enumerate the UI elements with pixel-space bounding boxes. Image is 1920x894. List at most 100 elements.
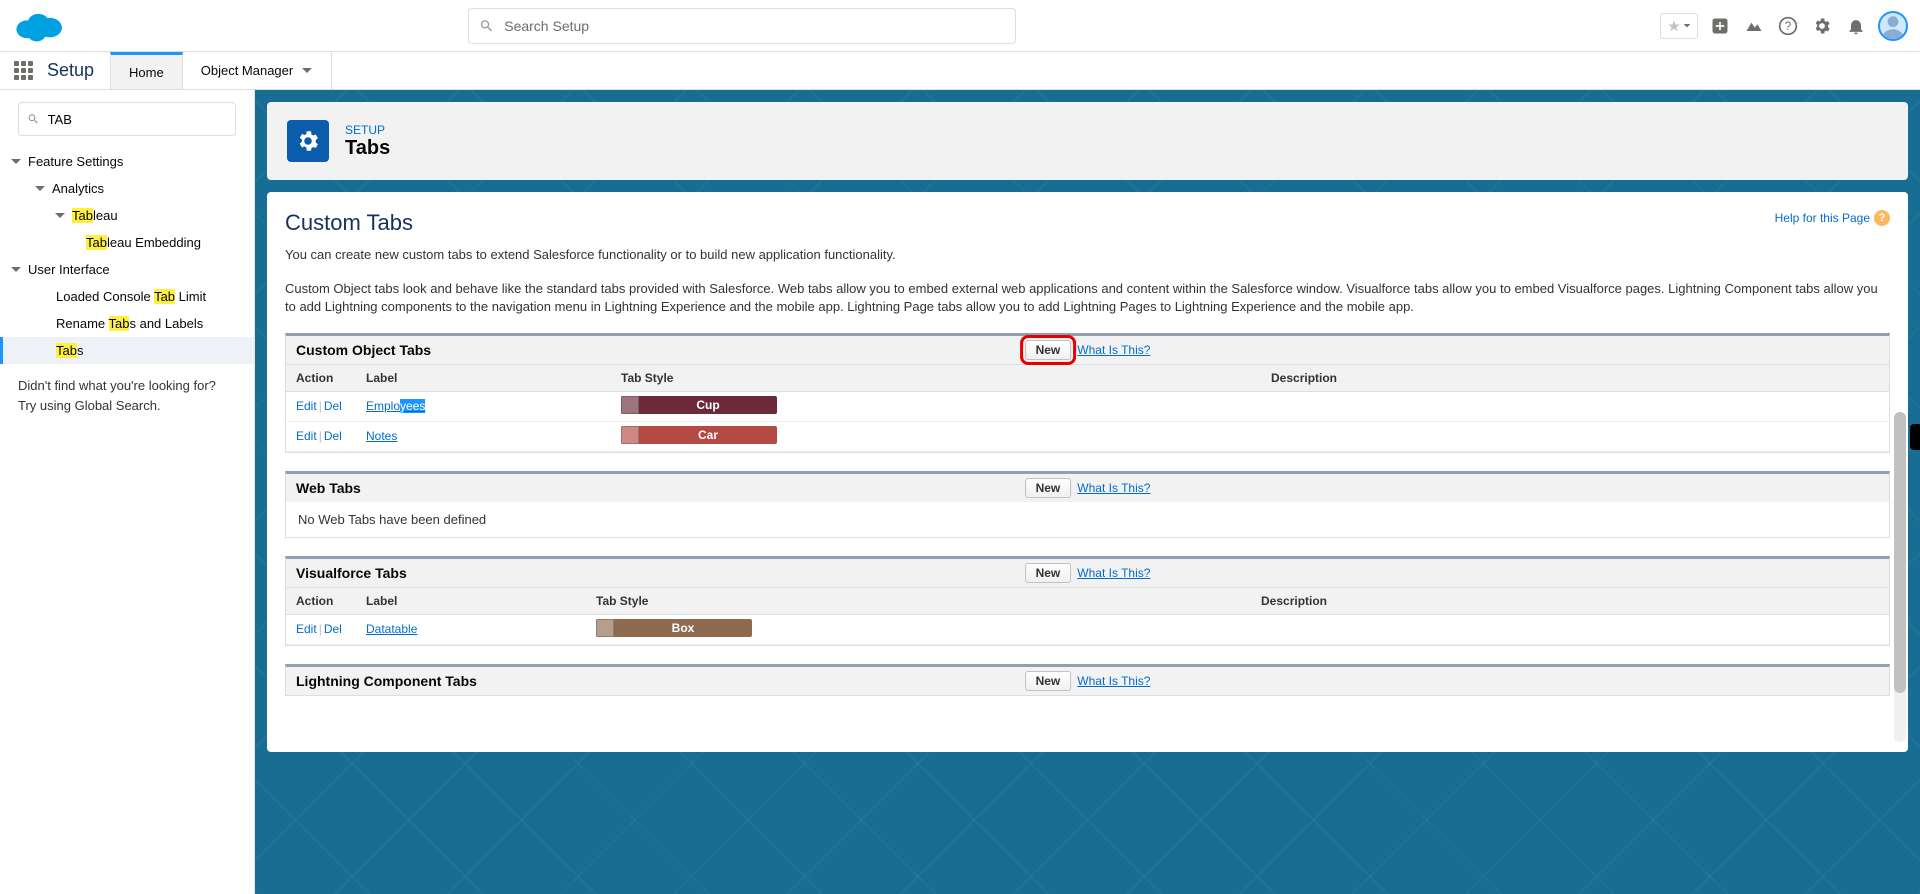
plus-icon — [1710, 16, 1730, 36]
tab-object-manager-label: Object Manager — [201, 63, 294, 78]
edit-link[interactable]: Edit — [296, 429, 317, 443]
tree-feature-settings[interactable]: Feature Settings — [0, 148, 254, 175]
help-icon: ? — [1874, 210, 1890, 226]
context-bar: Setup Home Object Manager — [0, 52, 1920, 90]
tree-label: Tableau Embedding — [86, 235, 201, 250]
tree-label: User Interface — [28, 262, 110, 277]
avatar-icon — [1880, 13, 1906, 39]
col-action: Action — [286, 364, 356, 391]
tree-label: Feature Settings — [28, 154, 123, 169]
quick-find-input[interactable] — [48, 112, 227, 127]
label-link-employees[interactable]: Employees — [366, 399, 425, 413]
new-custom-object-tab-button[interactable]: New — [1025, 340, 1072, 360]
star-icon — [1667, 19, 1681, 33]
notifications-button[interactable] — [1844, 14, 1868, 38]
inner-scrollbar[interactable] — [1894, 412, 1906, 742]
favorites-button[interactable] — [1660, 13, 1698, 39]
bell-icon — [1846, 16, 1866, 36]
svg-text:?: ? — [1785, 20, 1792, 33]
body-card: Custom Tabs Help for this Page? You can … — [267, 192, 1908, 752]
tab-home-label: Home — [129, 65, 164, 80]
tab-style-chip: Cup — [621, 396, 777, 414]
web-tabs-empty: No Web Tabs have been defined — [286, 502, 1889, 537]
tree-label: Analytics — [52, 181, 104, 196]
tab-object-manager[interactable]: Object Manager — [183, 52, 333, 89]
col-label: Label — [356, 364, 611, 391]
label-link-datatable[interactable]: Datatable — [366, 622, 417, 636]
new-web-tab-button[interactable]: New — [1025, 478, 1072, 498]
section-web-tabs: Web Tabs New What Is This? No Web Tabs h… — [285, 471, 1890, 538]
tree-tabs[interactable]: Tabs — [0, 337, 254, 364]
table-row: Edit|Del Employees Cup — [286, 391, 1889, 421]
page-icon — [287, 120, 329, 162]
visualforce-tabs-table: Action Label Tab Style Description Edit|… — [286, 587, 1889, 645]
nav-tabs: Home Object Manager — [110, 52, 332, 89]
gear-icon — [1812, 16, 1832, 36]
tab-style-chip: Car — [621, 426, 777, 444]
tree-label: Rename Tabs and Labels — [56, 316, 203, 331]
del-link[interactable]: Del — [324, 429, 342, 443]
edit-link[interactable]: Edit — [296, 622, 317, 636]
new-lct-button[interactable]: New — [1025, 671, 1072, 691]
quick-find[interactable] — [18, 102, 236, 136]
custom-object-tabs-table: Action Label Tab Style Description Edit|… — [286, 364, 1889, 452]
section-lightning-component-tabs: Lightning Component Tabs New What Is Thi… — [285, 664, 1890, 696]
waffle-icon — [14, 61, 33, 80]
help-button[interactable]: ? — [1776, 14, 1800, 38]
section-title: Web Tabs — [296, 480, 361, 496]
user-avatar[interactable] — [1878, 11, 1908, 41]
setup-button[interactable] — [1810, 14, 1834, 38]
tree-tableau-embedding[interactable]: Tableau Embedding — [0, 229, 254, 256]
help-for-page-link[interactable]: Help for this Page? — [1775, 210, 1890, 226]
section-visualforce-tabs: Visualforce Tabs New What Is This? Actio… — [285, 556, 1890, 646]
table-row: Edit|Del Notes Car — [286, 421, 1889, 451]
tree-analytics[interactable]: Analytics — [0, 175, 254, 202]
tab-style-chip: Box — [596, 619, 752, 637]
header-icons: ? — [1660, 11, 1908, 41]
section-title: Visualforce Tabs — [296, 565, 407, 581]
chevron-down-icon — [54, 210, 66, 222]
chevron-down-icon — [301, 65, 313, 77]
section-custom-object-tabs: Custom Object Tabs New What Is This? Act… — [285, 333, 1890, 453]
label-link-notes[interactable]: Notes — [366, 429, 397, 443]
setup-tree: Feature Settings Analytics Tableau Table… — [0, 148, 254, 364]
tree-user-interface[interactable]: User Interface — [0, 256, 254, 283]
what-is-this-link[interactable]: What Is This? — [1077, 566, 1150, 580]
what-is-this-link[interactable]: What Is This? — [1077, 343, 1150, 357]
content-area: SETUP Tabs Custom Tabs Help for this Pag… — [255, 90, 1920, 894]
tree-label: Loaded Console Tab Limit — [56, 289, 206, 304]
page-title: Tabs — [345, 137, 390, 160]
no-results-hint: Didn't find what you're looking for? Try… — [0, 364, 254, 427]
body-p1: You can create new custom tabs to extend… — [285, 246, 1890, 264]
global-search-input[interactable] — [504, 18, 1005, 34]
col-desc: Description — [1261, 364, 1889, 391]
col-style: Tab Style — [586, 587, 1251, 614]
salesforce-logo[interactable] — [12, 6, 68, 46]
tree-rename-tabs-labels[interactable]: Rename Tabs and Labels — [0, 310, 254, 337]
add-button[interactable] — [1708, 14, 1732, 38]
what-is-this-link[interactable]: What Is This? — [1077, 674, 1150, 688]
global-header: ? — [0, 0, 1920, 52]
page-titles: SETUP Tabs — [345, 123, 390, 160]
app-launcher[interactable] — [0, 61, 47, 80]
tree-tableau[interactable]: Tableau — [0, 202, 254, 229]
body-p2: Custom Object tabs look and behave like … — [285, 280, 1890, 316]
edit-link[interactable]: Edit — [296, 399, 317, 413]
side-grabber[interactable] — [1910, 424, 1920, 450]
page-header: SETUP Tabs — [267, 102, 1908, 180]
what-is-this-link[interactable]: What Is This? — [1077, 481, 1150, 495]
section-title: Custom Object Tabs — [296, 342, 431, 358]
col-style: Tab Style — [611, 364, 1261, 391]
salesforce-help-button[interactable] — [1742, 14, 1766, 38]
breadcrumb: SETUP — [345, 123, 390, 137]
tree-label: Tableau — [72, 208, 118, 223]
tab-home[interactable]: Home — [110, 52, 183, 89]
new-vf-tab-button[interactable]: New — [1025, 563, 1072, 583]
chevron-down-icon — [34, 183, 46, 195]
global-search[interactable] — [468, 8, 1016, 44]
tree-loaded-console-tab-limit[interactable]: Loaded Console Tab Limit — [0, 283, 254, 310]
del-link[interactable]: Del — [324, 399, 342, 413]
search-icon — [479, 18, 494, 34]
search-icon — [27, 112, 40, 126]
del-link[interactable]: Del — [324, 622, 342, 636]
